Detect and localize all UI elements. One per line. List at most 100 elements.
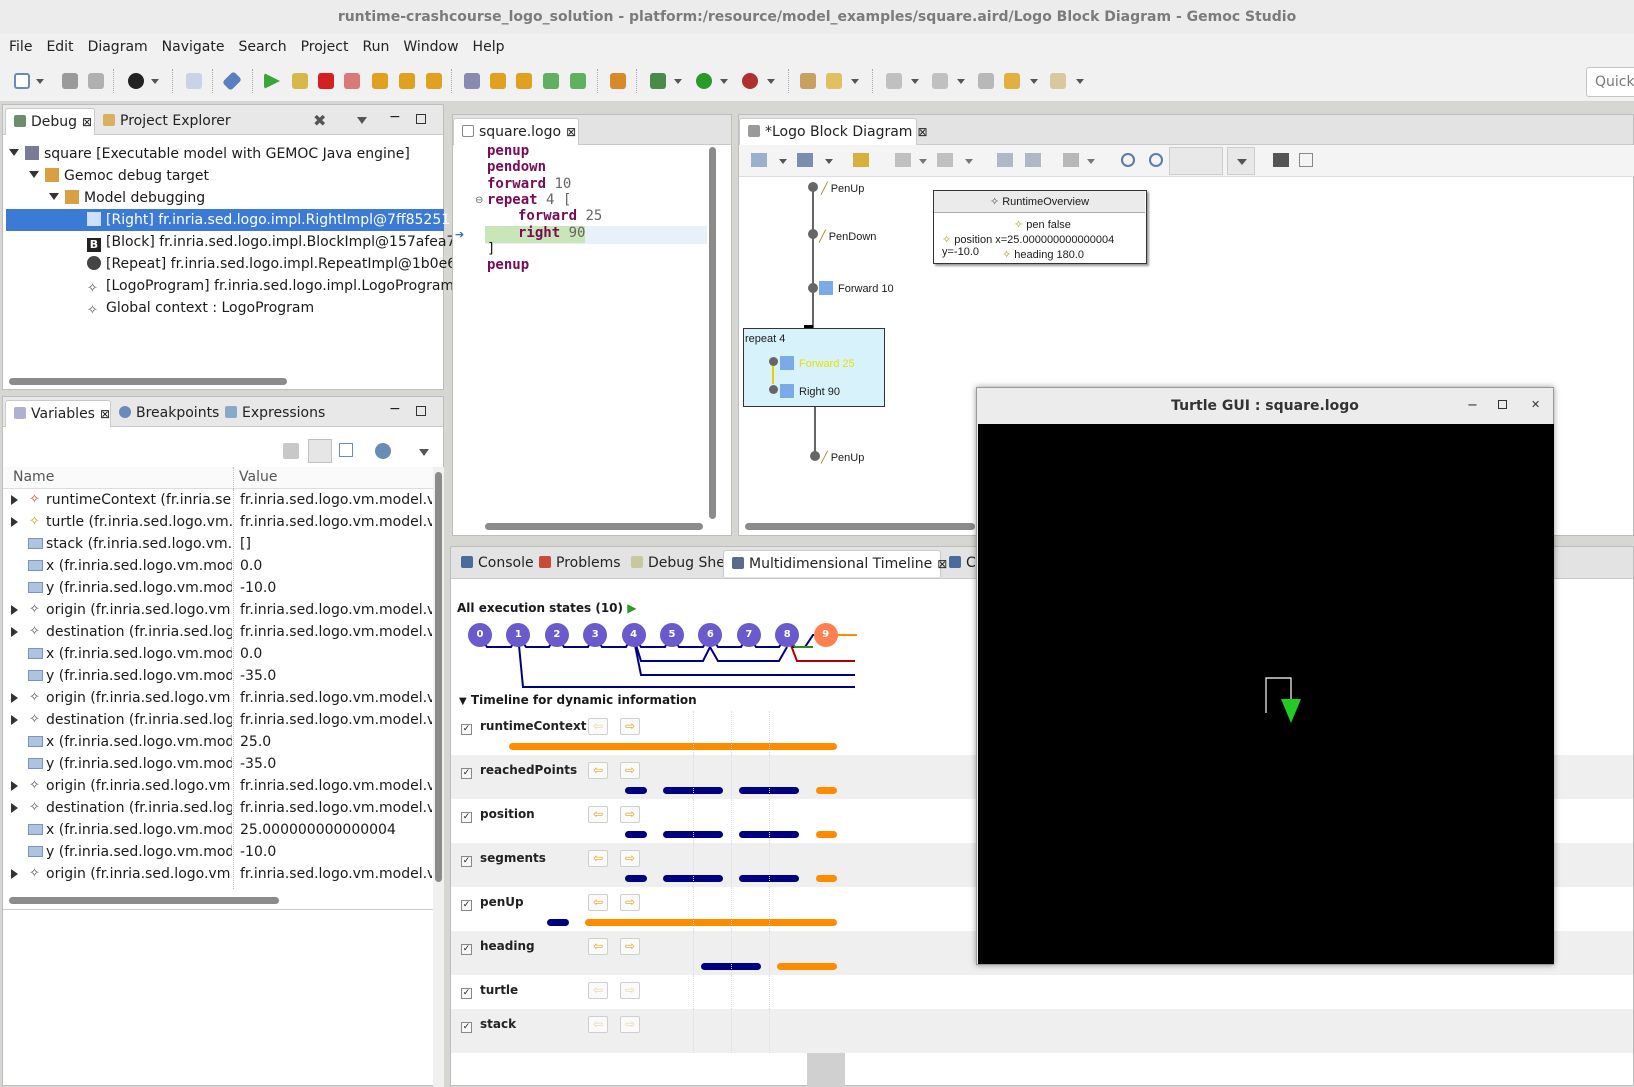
execution-state[interactable]: 2 [544, 623, 569, 647]
expand-icon[interactable] [11, 517, 18, 527]
chevron-down-icon[interactable] [779, 159, 787, 164]
value-bar[interactable] [625, 787, 647, 794]
new-icon[interactable] [14, 73, 30, 89]
open-type-icon[interactable] [800, 73, 816, 89]
next-value-button[interactable]: ⇨ [620, 1016, 640, 1033]
tab-breakpoints[interactable]: Breakpoints [111, 400, 219, 427]
chevron-down-icon[interactable] [767, 79, 775, 84]
tree-item[interactable]: ✧ [LogoProgram] fr.inria.sed.logo.impl.Lo… [87, 275, 464, 297]
close-icon[interactable]: ✕ [1531, 398, 1540, 411]
value-bar[interactable] [777, 963, 837, 970]
expand-icon[interactable] [11, 693, 18, 703]
table-row[interactable]: x (fr.inria.sed.logo.vm.model 0.0 [3, 555, 433, 577]
previous-value-button[interactable]: ⇦ [588, 894, 608, 911]
next-value-button[interactable]: ⇨ [620, 850, 640, 867]
chevron-down-icon[interactable] [1087, 159, 1095, 164]
tab-debug-shell[interactable]: Debug Shell [623, 550, 733, 577]
execution-state[interactable]: 0 [468, 623, 492, 647]
external-tools-icon[interactable] [742, 73, 758, 89]
expand-icon[interactable] [11, 715, 18, 725]
chevron-down-icon[interactable] [36, 79, 44, 84]
next-value-button[interactable]: ⇨ [620, 894, 640, 911]
close-icon[interactable]: ⊠ [566, 125, 576, 139]
menu-search[interactable]: Search [231, 39, 293, 55]
node-forward-25[interactable]: Forward 25 [780, 356, 855, 370]
menu-file[interactable]: File [2, 39, 39, 55]
menu-help[interactable]: Help [466, 39, 512, 55]
tab-console[interactable]: Console [453, 550, 534, 577]
suspend-icon[interactable] [292, 73, 308, 89]
step-back-over-icon[interactable] [543, 73, 559, 89]
table-row[interactable]: ✧ destination (fr.inria.sed.logo fr.inria.… [3, 797, 433, 819]
debug-icon[interactable] [650, 73, 666, 89]
chevron-down-icon[interactable] [957, 79, 965, 84]
tree-item[interactable]: Gemoc debug target [29, 165, 209, 187]
next-value-button[interactable]: ⇨ [620, 718, 640, 735]
tree-item[interactable]: Model debugging [49, 187, 205, 209]
step-into-icon[interactable] [372, 73, 388, 89]
column-value[interactable]: Value [239, 469, 277, 485]
value-bar[interactable] [547, 919, 569, 926]
last-edit-icon[interactable] [978, 73, 994, 89]
step-over-icon[interactable] [399, 73, 415, 89]
tab-logo-block-diagram[interactable]: *Logo Block Diagram ⊠ [739, 118, 928, 145]
filter-icon[interactable] [937, 153, 953, 167]
node-pendown[interactable]: ╱ PenDown [819, 230, 876, 243]
table-row[interactable]: x (fr.inria.sed.logo.vm.model 25.0 [3, 731, 433, 753]
chevron-down-icon[interactable] [825, 159, 833, 164]
back-icon[interactable] [1004, 73, 1020, 89]
code-line[interactable]: pendown [487, 159, 554, 175]
chevron-down-icon[interactable] [919, 159, 927, 164]
skip-breakpoints-icon[interactable] [222, 71, 242, 91]
save-all-icon[interactable] [88, 73, 104, 89]
tree-item[interactable]: ✧ Global context : LogoProgram [87, 297, 314, 319]
previous-value-button[interactable]: ⇦ [588, 1016, 608, 1033]
code-line[interactable]: right 90 [518, 225, 585, 241]
step-return-icon[interactable] [426, 73, 442, 89]
menu-navigate[interactable]: Navigate [155, 39, 232, 55]
maximize-icon[interactable] [416, 406, 426, 416]
maximize-icon[interactable] [1498, 400, 1507, 409]
next-value-button[interactable]: ⇨ [620, 982, 640, 999]
section-dynamic-info[interactable]: ▼ Timeline for dynamic information [459, 693, 697, 707]
table-row[interactable]: ✧ origin (fr.inria.sed.logo.vm.m fr.inria.… [3, 687, 433, 709]
execution-state[interactable]: 4 [621, 623, 646, 647]
menu-project[interactable]: Project [294, 39, 356, 55]
resume-icon[interactable] [264, 73, 280, 89]
menu-window[interactable]: Window [396, 39, 465, 55]
code-line[interactable]: forward 10 [487, 176, 571, 192]
next-value-button[interactable]: ⇨ [620, 806, 640, 823]
tab-project-explorer[interactable]: Project Explorer [95, 108, 231, 135]
table-row[interactable]: x (fr.inria.sed.logo.vm.model 25.00000000… [3, 819, 433, 841]
node-right-90[interactable]: Right 90 [780, 384, 840, 398]
column-name[interactable]: Name [13, 469, 54, 485]
tree-item[interactable]: square [Executable model with GEMOC Java… [9, 143, 410, 165]
chevron-down-icon[interactable] [1076, 79, 1084, 84]
close-icon[interactable]: ⊠ [100, 407, 110, 421]
table-row[interactable]: y (fr.inria.sed.logo.vm.model -10.0 [3, 841, 433, 863]
search-icon[interactable] [826, 73, 842, 89]
expand-icon[interactable] [11, 627, 18, 637]
tree-item[interactable]: [Repeat] fr.inria.sed.logo.impl.RepeatIm… [87, 253, 474, 275]
previous-value-button[interactable]: ⇦ [588, 938, 608, 955]
table-row[interactable]: y (fr.inria.sed.logo.vm.model -35.0 [3, 753, 433, 775]
toggle-icon[interactable] [464, 73, 480, 89]
value-bar[interactable] [585, 919, 837, 926]
zoom-dropdown[interactable] [1227, 147, 1255, 175]
tab-problems[interactable]: Problems [531, 550, 621, 577]
horizontal-scrollbar[interactable] [9, 378, 287, 385]
execution-state[interactable]: 8 [775, 623, 800, 647]
model-debug-icon[interactable] [610, 73, 626, 89]
execution-state[interactable]: 3 [583, 623, 608, 647]
horizontal-scrollbar[interactable] [745, 523, 975, 530]
row-checkbox[interactable]: ✓ [461, 812, 472, 823]
code-line[interactable]: penup [487, 143, 538, 159]
prev-annotation-icon[interactable] [932, 73, 948, 89]
row-checkbox[interactable]: ✓ [461, 988, 472, 999]
table-row[interactable]: ✧ runtimeContext (fr.inria.sed. fr.inria.s… [3, 489, 433, 511]
value-bar[interactable] [816, 875, 837, 882]
zoom-out-icon[interactable] [1149, 153, 1163, 167]
table-row[interactable]: ✧ origin (fr.inria.sed.logo.vm.m fr.inria.… [3, 599, 433, 621]
tab-square-logo[interactable]: square.logo ⊠ [453, 118, 579, 145]
execution-state[interactable]: 7 [736, 623, 761, 647]
